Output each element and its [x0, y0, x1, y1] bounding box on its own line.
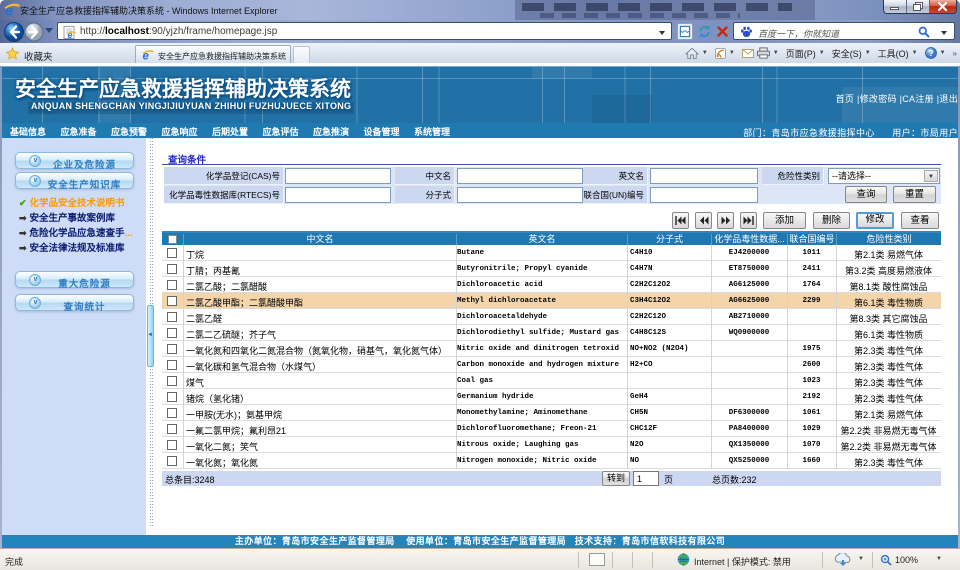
svg-text:?: ? — [928, 48, 933, 58]
